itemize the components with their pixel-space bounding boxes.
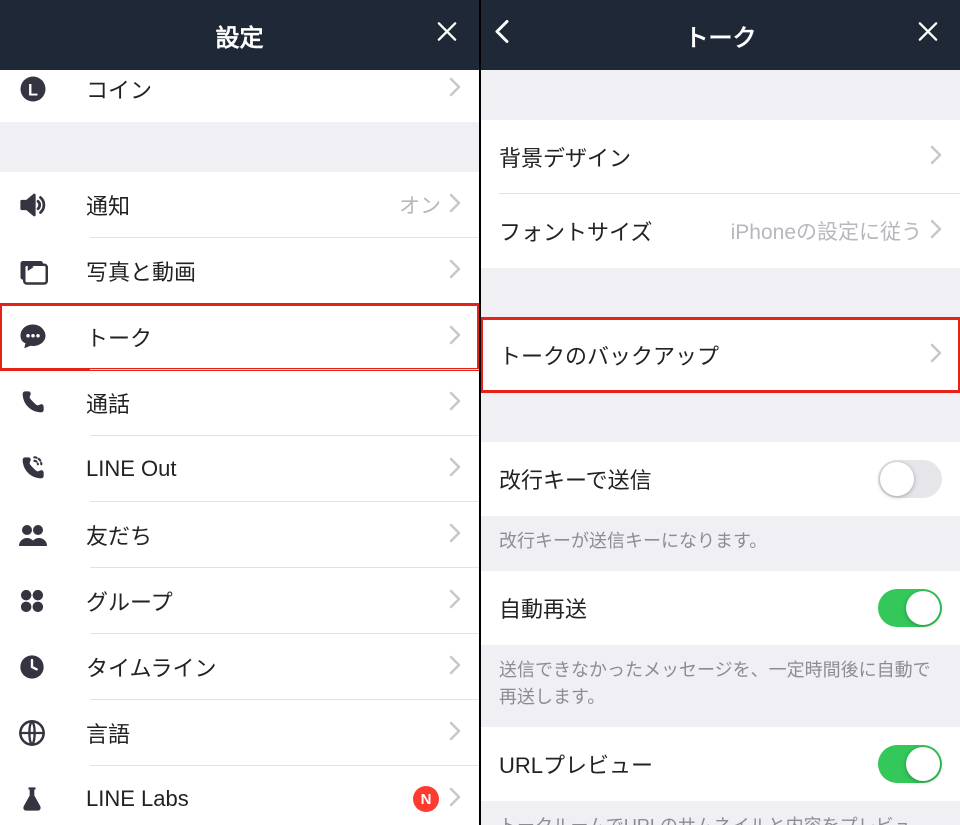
footer-urlpreview: トークルームでURLのサムネイルと内容をプレビュ	[481, 801, 960, 825]
group-icon	[18, 587, 86, 615]
chevron-right-icon	[449, 655, 461, 680]
talk-header: トーク	[481, 0, 960, 70]
chevron-right-icon	[930, 219, 942, 244]
row-bgdesign[interactable]: 背景デザイン	[481, 120, 960, 194]
phone-out-icon	[18, 455, 86, 483]
friends-icon	[18, 522, 86, 548]
chevron-right-icon	[449, 391, 461, 416]
chevron-right-icon	[449, 193, 461, 218]
row-fontsize-value: iPhoneの設定に従う	[731, 216, 922, 246]
chevron-right-icon	[449, 589, 461, 614]
row-photovideo[interactable]: 写真と動画	[0, 238, 479, 304]
row-bgdesign-label: 背景デザイン	[499, 141, 930, 173]
toggle-enter-send[interactable]	[878, 460, 942, 498]
row-photovideo-label: 写真と動画	[86, 255, 449, 287]
chevron-right-icon	[449, 787, 461, 812]
row-autoresend[interactable]: 自動再送	[481, 571, 960, 645]
flask-icon	[18, 785, 86, 813]
row-group-label: グループ	[86, 585, 449, 617]
chevron-right-icon	[449, 721, 461, 746]
talk-content: 背景デザイン フォントサイズ iPhoneの設定に従う トークのバックアップ 改…	[481, 70, 960, 825]
globe-icon	[18, 719, 86, 747]
row-autoresend-label: 自動再送	[499, 592, 878, 624]
row-talk[interactable]: トーク	[0, 304, 479, 370]
row-coin-label: コイン	[86, 73, 449, 105]
row-friends-label: 友だち	[86, 519, 449, 551]
row-talk-label: トーク	[86, 321, 449, 353]
row-call-label: 通話	[86, 387, 449, 419]
photo-icon	[18, 256, 86, 286]
speaker-icon	[18, 190, 86, 220]
chevron-right-icon	[449, 325, 461, 350]
row-notify-label: 通知	[86, 189, 399, 221]
row-urlpreview[interactable]: URLプレビュー	[481, 727, 960, 801]
toggle-urlpreview[interactable]	[878, 745, 942, 783]
back-icon[interactable]	[493, 18, 513, 53]
row-coin[interactable]: L コイン	[0, 70, 479, 122]
row-language[interactable]: 言語	[0, 700, 479, 766]
row-group[interactable]: グループ	[0, 568, 479, 634]
chevron-right-icon	[449, 259, 461, 284]
row-timeline-label: タイムライン	[86, 651, 449, 683]
row-lineout-label: LINE Out	[86, 456, 449, 482]
row-backup[interactable]: トークのバックアップ	[481, 318, 960, 392]
row-lineout[interactable]: LINE Out	[0, 436, 479, 502]
row-notify-value: オン	[399, 190, 441, 220]
row-timeline[interactable]: タイムライン	[0, 634, 479, 700]
row-fontsize-label: フォントサイズ	[499, 215, 731, 247]
row-backup-label: トークのバックアップ	[499, 339, 930, 371]
row-urlpreview-label: URLプレビュー	[499, 748, 878, 780]
chevron-right-icon	[449, 523, 461, 548]
row-friends[interactable]: 友だち	[0, 502, 479, 568]
new-badge: N	[413, 786, 439, 812]
chevron-right-icon	[930, 145, 942, 170]
coin-icon: L	[18, 74, 86, 104]
settings-header: 設定	[0, 0, 479, 70]
row-labs[interactable]: LINE Labs N	[0, 766, 479, 825]
close-icon[interactable]	[914, 18, 942, 53]
footer-autoresend: 送信できなかったメッセージを、一定時間後に自動で再送します。	[481, 645, 960, 727]
row-call[interactable]: 通話	[0, 370, 479, 436]
toggle-autoresend[interactable]	[878, 589, 942, 627]
chevron-right-icon	[449, 457, 461, 482]
row-enter-send-label: 改行キーで送信	[499, 463, 878, 495]
chat-icon	[18, 322, 86, 352]
talk-pane: トーク 背景デザイン フォントサイズ iPhoneの設定に従う トークのバックア…	[481, 0, 960, 825]
settings-content: L コイン 通知 オン 写真と動画	[0, 70, 479, 825]
talk-title: トーク	[685, 18, 757, 53]
svg-text:L: L	[28, 81, 38, 99]
phone-icon	[18, 389, 86, 417]
chevron-right-icon	[930, 343, 942, 368]
settings-title: 設定	[216, 18, 264, 53]
footer-enter-send: 改行キーが送信キーになります。	[481, 516, 960, 571]
settings-pane: 設定 L コイン 通知 オン	[0, 0, 479, 825]
row-fontsize[interactable]: フォントサイズ iPhoneの設定に従う	[481, 194, 960, 268]
row-enter-send[interactable]: 改行キーで送信	[481, 442, 960, 516]
chevron-right-icon	[449, 77, 461, 102]
clock-icon	[18, 653, 86, 681]
row-notify[interactable]: 通知 オン	[0, 172, 479, 238]
row-language-label: 言語	[86, 717, 449, 749]
close-icon[interactable]	[433, 18, 461, 53]
row-labs-label: LINE Labs	[86, 786, 413, 812]
